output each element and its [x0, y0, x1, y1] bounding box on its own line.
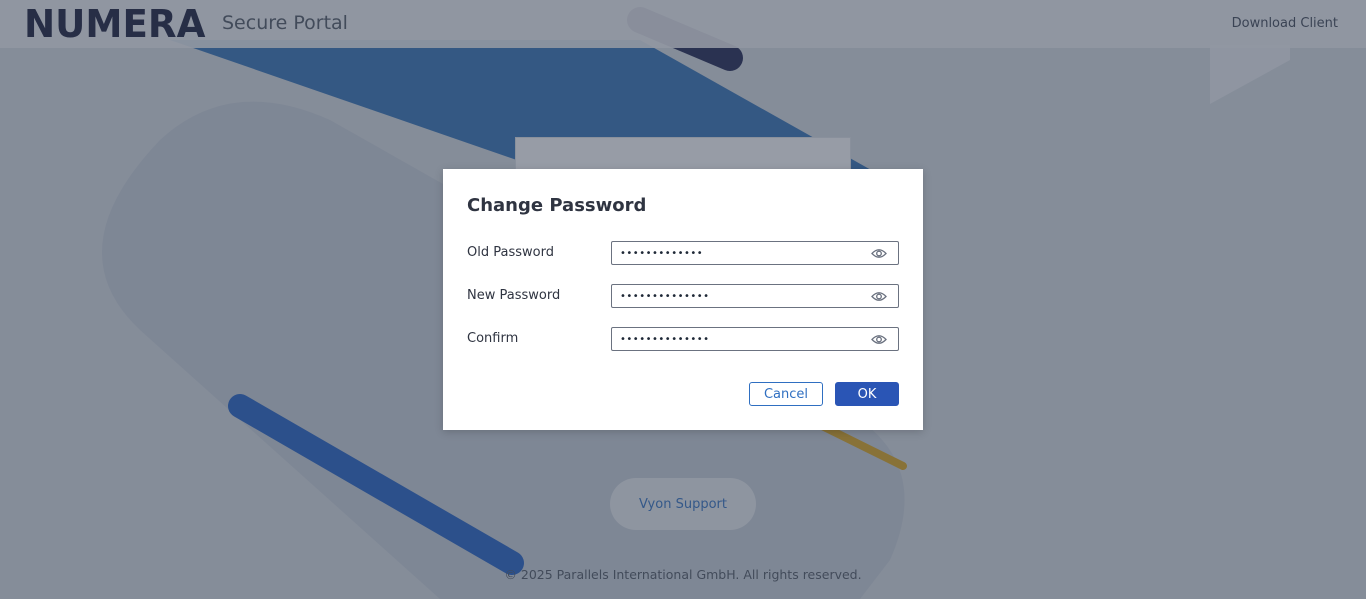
change-password-dialog: Change Password Old Password New Passwor…	[443, 169, 923, 430]
cancel-button[interactable]: Cancel	[749, 382, 823, 406]
new-password-field-box	[611, 284, 899, 308]
old-password-input[interactable]	[620, 247, 860, 259]
eye-icon[interactable]	[871, 291, 887, 302]
dialog-title: Change Password	[467, 195, 647, 216]
eye-icon[interactable]	[871, 334, 887, 345]
new-password-label: New Password	[467, 288, 561, 303]
confirm-password-field-box	[611, 327, 899, 351]
old-password-field-box	[611, 241, 899, 265]
confirm-password-row: Confirm	[467, 327, 899, 351]
confirm-password-input[interactable]	[620, 333, 860, 345]
new-password-row: New Password	[467, 284, 899, 308]
ok-button[interactable]: OK	[835, 382, 899, 406]
new-password-input[interactable]	[620, 290, 860, 302]
old-password-row: Old Password	[467, 241, 899, 265]
confirm-password-label: Confirm	[467, 331, 519, 346]
old-password-label: Old Password	[467, 245, 554, 260]
eye-icon[interactable]	[871, 248, 887, 259]
